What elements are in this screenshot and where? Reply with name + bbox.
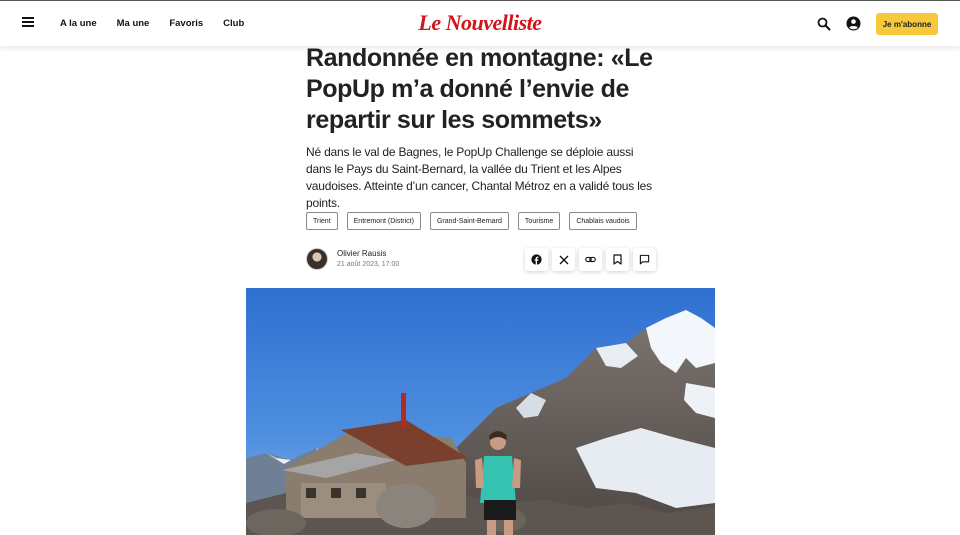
tag-chablais-vaudois[interactable]: Chablais vaudois	[569, 212, 637, 230]
account-icon[interactable]	[846, 16, 861, 31]
author-avatar[interactable]	[306, 248, 328, 270]
tag-tourisme[interactable]: Tourisme	[517, 212, 561, 230]
subscribe-button[interactable]: Je m'abonne	[876, 13, 938, 35]
search-icon[interactable]	[817, 17, 831, 31]
bookmark-icon	[613, 254, 622, 265]
share-toolbar	[525, 248, 656, 271]
article-lead: Né dans le val de Bagnes, le PopUp Chall…	[306, 145, 652, 210]
author-name[interactable]: Olivier Rausis	[337, 249, 386, 258]
x-icon	[559, 255, 568, 264]
x-share-button[interactable]	[552, 248, 575, 271]
mountain-hut-photo	[246, 288, 715, 535]
copy-link-button[interactable]	[579, 248, 602, 271]
article-main-photo[interactable]	[246, 288, 715, 535]
link-icon	[585, 256, 596, 263]
site-logo[interactable]: Le Nouvelliste	[0, 10, 960, 36]
publish-date: 21 août 2023, 17:00	[337, 261, 400, 268]
facebook-icon	[531, 254, 542, 265]
tag-entremont[interactable]: Entremont (District)	[346, 212, 421, 230]
tag-list: Trient Entremont (District) Grand-Saint-…	[306, 212, 637, 230]
top-bar: A la une Ma une Favoris Club Le Nouvelli…	[0, 0, 960, 46]
tag-trient[interactable]: Trient	[306, 212, 338, 230]
tag-grand-saint-bernard[interactable]: Grand-Saint-Bernard	[429, 212, 509, 230]
facebook-share-button[interactable]	[525, 248, 548, 271]
bookmark-button[interactable]	[606, 248, 629, 271]
comment-button[interactable]	[633, 248, 656, 271]
article-title: Randonnée en montagne: «Le PopUp m’a don…	[306, 44, 653, 134]
comment-icon	[639, 254, 650, 265]
